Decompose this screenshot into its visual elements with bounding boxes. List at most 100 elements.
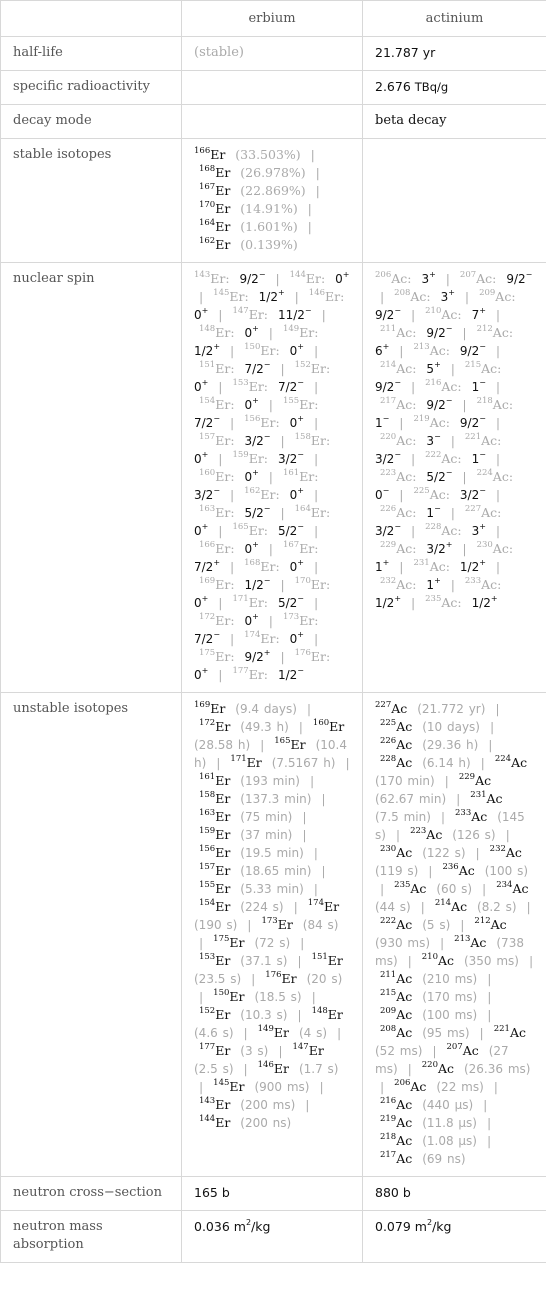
mass-number: 228 xyxy=(425,522,442,532)
mass-number: 159 xyxy=(232,450,249,460)
isotope-symbol: 160Er: xyxy=(198,468,235,484)
mass-number: 225 xyxy=(413,486,430,496)
mass-number: 168 xyxy=(198,164,216,174)
separator: | xyxy=(407,953,412,968)
isotope-symbol: 227Ac xyxy=(375,700,408,716)
unit-rest: /kg xyxy=(432,1219,452,1234)
isotope-entry: 145Er (900 ms) xyxy=(213,1079,309,1094)
parity: − xyxy=(445,396,453,405)
isotope-symbol: 147Er: xyxy=(232,306,269,322)
half-life: (52 ms) xyxy=(375,1044,423,1058)
separator: | xyxy=(462,541,467,556)
isotope-entry: 145Er: 1/2+ xyxy=(213,289,285,305)
separator: | xyxy=(294,289,299,304)
spin-value: 5+ xyxy=(426,360,441,377)
mass-number: 216 xyxy=(379,1096,397,1106)
mass-number: 218 xyxy=(476,396,493,406)
isotope-symbol: 170Er xyxy=(198,200,231,216)
isotope-symbol: 174Er xyxy=(307,898,340,914)
isotope-entry: 174Er: 0+ xyxy=(244,631,304,647)
erbium-specific-radioactivity xyxy=(181,70,363,105)
isotope-symbol: 154Er: xyxy=(198,396,235,412)
separator: | xyxy=(313,595,319,610)
isotope-symbol: 235Ac: xyxy=(425,594,462,610)
separator: | xyxy=(216,755,221,770)
label-specific-radioactivity: specific radioactivity xyxy=(0,70,182,105)
spin-value: 5/2− xyxy=(426,468,453,485)
parity: + xyxy=(297,486,304,495)
separator: | xyxy=(487,989,492,1004)
isotope-symbol: 208Ac: xyxy=(394,288,431,304)
separator: | xyxy=(399,415,404,430)
isotope-symbol: 220Ac: xyxy=(379,432,417,448)
parity: + xyxy=(201,450,209,459)
mass-number: 166 xyxy=(194,146,211,156)
separator: | xyxy=(313,343,319,358)
isotope-entry: 170Er (14.91%) xyxy=(199,201,298,216)
mass-number: 209 xyxy=(479,288,496,298)
separator: | xyxy=(302,827,307,842)
spin-value: 3/2− xyxy=(459,486,486,503)
separator: | xyxy=(218,451,223,466)
mass-number: 214 xyxy=(434,898,452,908)
isotope-symbol: 147Er xyxy=(292,1042,324,1058)
separator: | xyxy=(487,971,492,986)
parity: + xyxy=(201,522,209,531)
half-life: (10 days) xyxy=(422,720,480,734)
isotope-symbol: 155Er xyxy=(198,880,231,896)
spin-value: 1/2− xyxy=(277,666,304,683)
mass-number: 207 xyxy=(446,1042,463,1052)
isotope-symbol: 228Ac: xyxy=(425,522,462,538)
parity: − xyxy=(434,432,441,441)
separator: | xyxy=(486,1115,492,1130)
isotope-symbol: 151Er xyxy=(311,952,343,968)
isotope-entry: 162Er: 0+ xyxy=(244,486,304,503)
isotope-entry: 160Er: 0+ xyxy=(198,468,259,485)
isotope-entry: 222Ac (5 s) xyxy=(380,917,450,932)
isotope-entry: 222Ac: 1− xyxy=(425,451,486,467)
mass-number: 146 xyxy=(308,288,326,298)
half-life: (350 ms) xyxy=(463,954,519,968)
isotope-symbol: 143Er: xyxy=(194,270,230,286)
half-life: (72 s) xyxy=(254,936,291,950)
mass-number: 211 xyxy=(379,324,397,334)
separator: | xyxy=(310,147,315,162)
parity: − xyxy=(297,666,304,675)
half-life: (60 s) xyxy=(436,882,473,896)
separator: | xyxy=(307,201,312,216)
half-life: (75 min) xyxy=(240,810,293,824)
separator: | xyxy=(321,307,326,322)
mass-number: 152 xyxy=(294,360,311,370)
isotope-entry: 210Ac: 7+ xyxy=(425,307,486,323)
actinium-specific-radioactivity: 2.676 TBq/g xyxy=(362,70,546,105)
mass-number: 235 xyxy=(425,594,442,604)
parity: + xyxy=(479,522,486,531)
isotope-symbol: 231Ac: xyxy=(413,558,450,574)
half-life: (6.14 h) xyxy=(422,756,471,770)
isotope-symbol: 217Ac xyxy=(379,1150,413,1166)
mass-number: 170 xyxy=(294,576,311,586)
isotope-entry: 211Ac (210 ms) xyxy=(380,971,477,986)
isotope-symbol: 149Er: xyxy=(282,324,319,340)
isotope-symbol: 226Ac xyxy=(379,736,413,752)
parity: + xyxy=(394,594,402,603)
spin-value: 1− xyxy=(375,414,390,431)
spin-value: 5/2− xyxy=(277,594,304,611)
parity: − xyxy=(525,270,533,279)
half-life: (126 s) xyxy=(452,828,496,842)
spin-value: 3/2− xyxy=(277,450,304,467)
isotope-symbol: 214Ac: xyxy=(379,360,417,376)
spin-value: 9/2− xyxy=(426,324,453,341)
spin-value: 1/2+ xyxy=(375,594,402,611)
mass-number: 170 xyxy=(198,200,216,210)
isotope-symbol: 207Ac: xyxy=(459,270,497,286)
half-life: (8.2 s) xyxy=(477,900,517,914)
mass-number: 217 xyxy=(379,1150,397,1160)
half-life: (2.5 s) xyxy=(194,1062,234,1076)
mass-number: 149 xyxy=(257,1024,274,1034)
mass-number: 151 xyxy=(198,360,216,370)
isotope-symbol: 167Er: xyxy=(282,540,319,556)
label-stable-isotopes: stable isotopes xyxy=(0,138,182,263)
isotope-entry: 156Er: 0+ xyxy=(244,415,304,431)
separator: | xyxy=(420,899,425,914)
